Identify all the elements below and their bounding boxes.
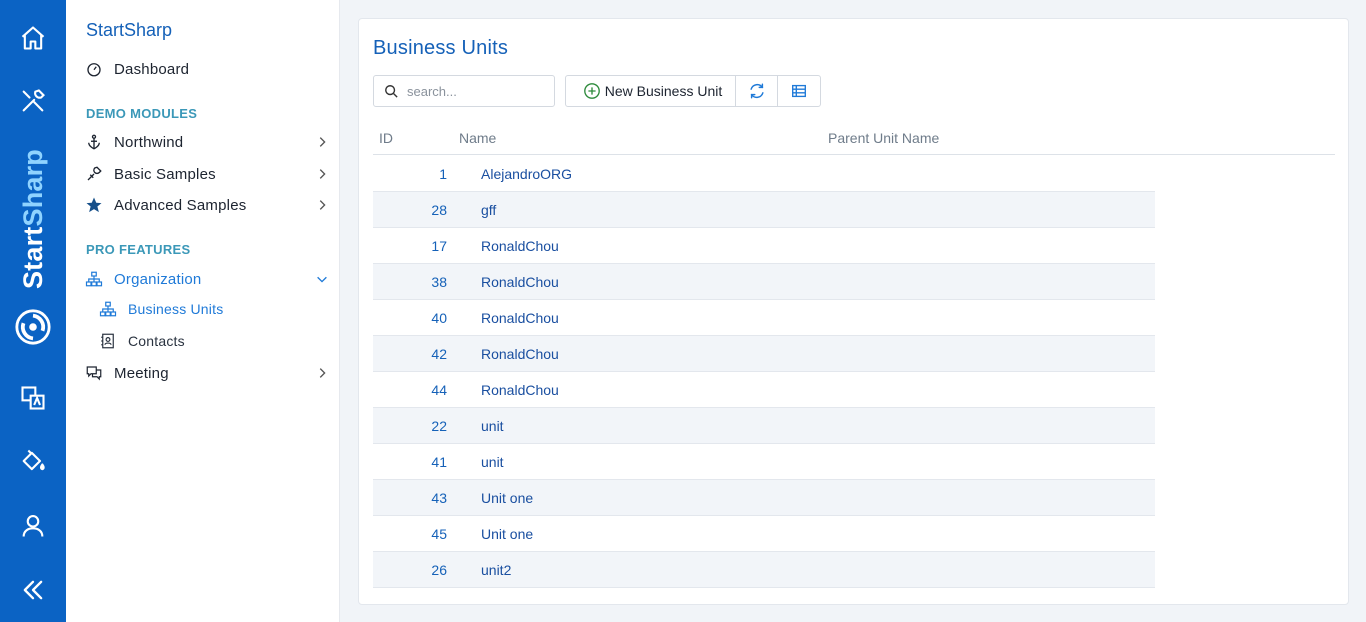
column-header-parent-unit-name[interactable]: Parent Unit Name	[828, 130, 939, 146]
gauge-icon	[84, 59, 104, 79]
tools-icon[interactable]	[15, 83, 51, 119]
chevron-right-icon	[319, 200, 326, 210]
org-chart-icon	[84, 269, 104, 289]
sidebar-item-advanced-samples[interactable]: Advanced Samples	[84, 192, 329, 218]
sidebar-item-northwind[interactable]: Northwind	[84, 129, 329, 155]
contact-card-icon	[98, 331, 118, 351]
table-row[interactable]: 22 unit	[373, 408, 1155, 444]
page-title: Business Units	[373, 37, 509, 59]
search-box[interactable]	[373, 75, 555, 107]
cell-id: 17	[431, 238, 447, 254]
paint-bucket-icon[interactable]	[15, 443, 51, 479]
table-row[interactable]: 42 RonaldChou	[373, 336, 1155, 372]
anchor-icon	[84, 132, 104, 152]
sidebar-item-label: Meeting	[114, 364, 169, 382]
chevron-right-icon	[319, 169, 326, 179]
table-row[interactable]: 17 RonaldChou	[373, 228, 1155, 264]
table-row[interactable]: 41 unit	[373, 444, 1155, 480]
icon-rail: StartSharp	[0, 0, 66, 622]
cell-id: 22	[431, 418, 447, 434]
refresh-button[interactable]	[736, 76, 778, 106]
search-icon	[385, 85, 398, 98]
table-row[interactable]: 1 AlejandroORG	[373, 156, 1155, 192]
cell-id: 44	[431, 382, 447, 398]
new-button-label: New Business Unit	[604, 83, 723, 99]
cell-id: 45	[431, 526, 447, 542]
sidebar-item-label: Dashboard	[114, 60, 190, 78]
star-icon	[84, 195, 104, 215]
cell-name-link[interactable]: gff	[481, 202, 496, 218]
sidebar-item-label: Northwind	[114, 133, 184, 151]
toolbar: New Business Unit	[565, 75, 821, 107]
cell-name-link[interactable]: unit2	[481, 562, 511, 578]
refresh-icon	[749, 83, 764, 99]
grid-body: 1 AlejandroORG 28 gff 17 RonaldChou 38 Ronal…	[373, 156, 1155, 588]
column-picker-button[interactable]	[778, 76, 820, 106]
cell-id: 41	[431, 454, 447, 470]
brand-swirl-icon	[15, 309, 51, 345]
sidebar-item-organization[interactable]: Organization	[84, 266, 329, 292]
table-row[interactable]: 26 unit2	[373, 552, 1155, 588]
sidebar-item-contacts[interactable]: Contacts	[98, 328, 343, 354]
grid-header: ID Name Parent Unit Name	[373, 127, 1335, 155]
cell-name-link[interactable]: AlejandroORG	[481, 166, 572, 182]
cell-id: 40	[431, 310, 447, 326]
chevron-right-icon	[319, 137, 326, 147]
chat-bubbles-icon	[84, 363, 104, 383]
sidebar-item-label: Basic Samples	[114, 165, 216, 183]
table-row[interactable]: 45 Unit one	[373, 516, 1155, 552]
table-row[interactable]: 28 gff	[373, 192, 1155, 228]
sidebar-item-label: Contacts	[128, 333, 185, 349]
table-row[interactable]: 40 RonaldChou	[373, 300, 1155, 336]
cell-name-link[interactable]: RonaldChou	[481, 274, 559, 290]
main-panel: Business Units New Business Unit ID Name…	[358, 18, 1349, 605]
cell-id: 43	[431, 490, 447, 506]
table-icon	[792, 84, 806, 98]
sidebar-item-business-units[interactable]: Business Units	[98, 296, 343, 322]
sidebar-item-meeting[interactable]: Meeting	[84, 360, 329, 386]
cell-name-link[interactable]: RonaldChou	[481, 310, 559, 326]
home-icon[interactable]	[15, 20, 51, 56]
column-header-id[interactable]: ID	[379, 130, 393, 146]
cell-id: 42	[431, 346, 447, 362]
brand-logo: StartSharp	[9, 140, 57, 350]
sidebar-item-label: Organization	[114, 270, 202, 288]
chevron-down-icon	[317, 276, 327, 283]
app-title: StartSharp	[86, 20, 173, 40]
cell-name-link[interactable]: Unit one	[481, 526, 533, 542]
section-header-pro: PRO FEATURES	[86, 242, 191, 257]
user-icon[interactable]	[15, 508, 51, 544]
chevron-right-icon	[319, 368, 326, 378]
cell-name-link[interactable]: Unit one	[481, 490, 533, 506]
brand-wordmark: StartSharp	[18, 148, 48, 290]
cell-id: 38	[431, 274, 447, 290]
cell-id: 26	[431, 562, 447, 578]
sidebar-item-label: Business Units	[128, 301, 224, 317]
org-chart-icon	[98, 299, 118, 319]
table-row[interactable]: 44 RonaldChou	[373, 372, 1155, 408]
cell-id: 1	[439, 166, 447, 182]
cell-id: 28	[431, 202, 447, 218]
table-row[interactable]: 38 RonaldChou	[373, 264, 1155, 300]
cell-name-link[interactable]: unit	[481, 454, 504, 470]
search-input[interactable]	[407, 83, 547, 99]
sidebar-item-basic-samples[interactable]: Basic Samples	[84, 161, 329, 187]
sidebar-item-dashboard[interactable]: Dashboard	[84, 56, 329, 82]
cell-name-link[interactable]: RonaldChou	[481, 346, 559, 362]
wrench-icon	[84, 164, 104, 184]
sidebar: StartSharp Dashboard DEMO MODULES Northw…	[66, 0, 340, 622]
translate-icon[interactable]	[15, 380, 51, 416]
section-header-demo: DEMO MODULES	[86, 106, 198, 121]
sidebar-item-label: Advanced Samples	[114, 196, 247, 214]
column-header-name[interactable]: Name	[459, 130, 496, 146]
table-row[interactable]: 43 Unit one	[373, 480, 1155, 516]
cell-name-link[interactable]: RonaldChou	[481, 382, 559, 398]
plus-circle-icon	[583, 83, 600, 99]
cell-name-link[interactable]: RonaldChou	[481, 238, 559, 254]
new-business-unit-button[interactable]: New Business Unit	[566, 76, 736, 106]
collapse-icon[interactable]	[15, 572, 51, 608]
cell-name-link[interactable]: unit	[481, 418, 504, 434]
